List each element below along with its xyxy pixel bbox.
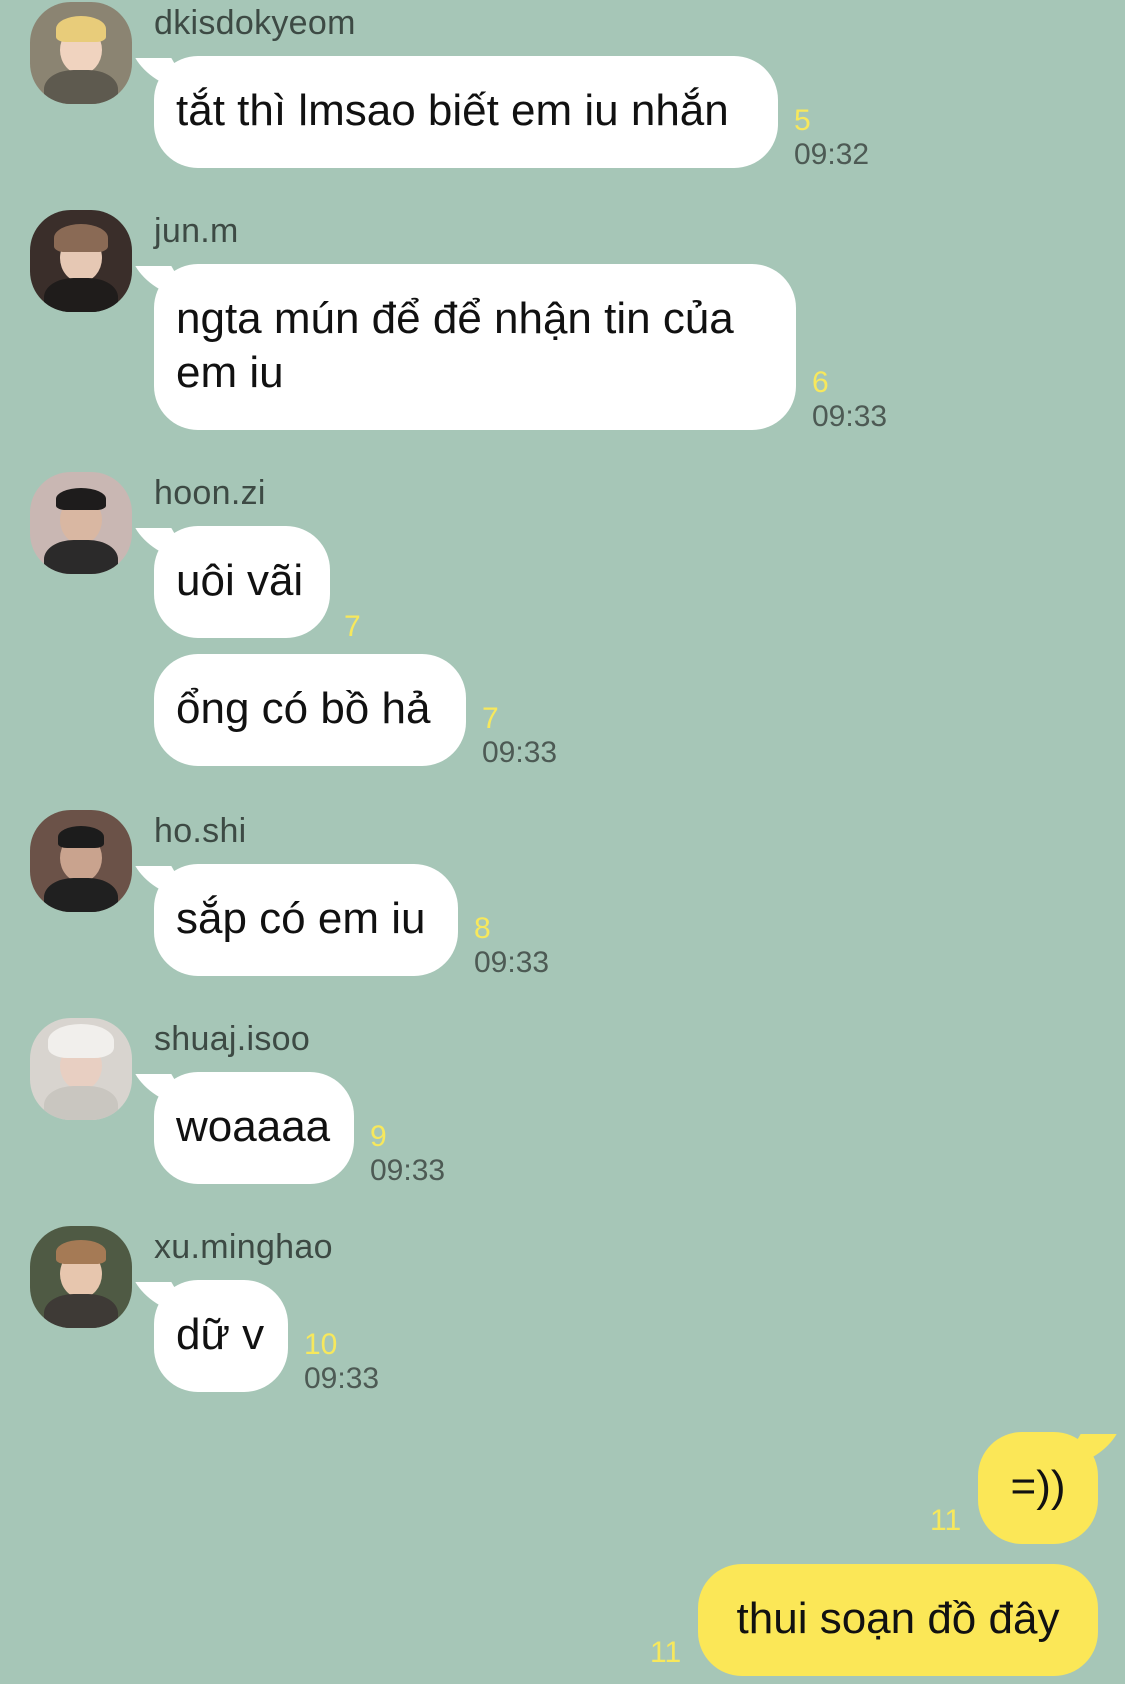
message-meta: 7 [344, 610, 361, 644]
message-bubble[interactable]: sắp có em iu [154, 864, 458, 976]
chat-area[interactable]: dkisdokyeom tắt thì lmsao biết em iu nhắ… [0, 0, 1125, 1684]
sender-name: jun.m [154, 212, 239, 250]
message-text: woaaaa [176, 1102, 331, 1151]
message-text: dữ v [176, 1310, 265, 1359]
message-text: uôi vãi [176, 556, 304, 605]
message-time: 09:33 [474, 946, 550, 979]
avatar-hair [58, 826, 104, 848]
unread-count: 10 [304, 1328, 338, 1361]
message-bubble[interactable]: uôi vãi [154, 526, 330, 638]
avatar[interactable] [30, 2, 132, 104]
unread-count: 9 [370, 1120, 387, 1153]
sender-name: hoon.zi [154, 474, 266, 512]
avatar-hair [54, 224, 108, 252]
avatar-body [44, 1086, 118, 1120]
message-text: thui soạn đồ đây [736, 1594, 1060, 1643]
message-time: 09:33 [482, 736, 558, 769]
avatar-body [44, 278, 118, 312]
message-text: ngta mún để để nhận tin của em iu [176, 294, 734, 397]
message-meta: 8 09:33 [474, 912, 549, 980]
avatar[interactable] [30, 810, 132, 912]
avatar-hood [48, 1024, 114, 1058]
message-meta: 10 09:33 [304, 1328, 379, 1396]
message-time: 09:33 [370, 1154, 446, 1187]
read-count: 11 [930, 1504, 962, 1537]
message-text: =)) [1010, 1462, 1066, 1511]
unread-count: 8 [474, 912, 491, 945]
unread-count: 7 [344, 610, 361, 643]
avatar-body [44, 1294, 118, 1328]
message-time: 09:33 [304, 1362, 380, 1395]
message-bubble[interactable]: ngta mún để để nhận tin của em iu [154, 264, 796, 430]
avatar-hair [56, 16, 106, 42]
avatar-hair [56, 1240, 106, 1264]
message-text: tắt thì lmsao biết em iu nhắn [176, 86, 729, 135]
avatar-body [44, 878, 118, 912]
avatar-hair [56, 488, 106, 510]
message-meta: 7 09:33 [482, 702, 557, 770]
unread-count: 6 [812, 366, 829, 399]
sender-name: ho.shi [154, 812, 247, 850]
message-bubble[interactable]: tắt thì lmsao biết em iu nhắn [154, 56, 778, 168]
my-message-bubble[interactable]: thui soạn đồ đây [698, 1564, 1098, 1676]
my-message-bubble[interactable]: =)) [978, 1432, 1098, 1544]
avatar[interactable] [30, 472, 132, 574]
avatar-body [44, 540, 118, 574]
message-bubble[interactable]: woaaaa [154, 1072, 354, 1184]
unread-count: 5 [794, 104, 811, 137]
unread-count: 7 [482, 702, 499, 735]
sender-name: shuaj.isoo [154, 1020, 311, 1058]
read-count: 11 [650, 1636, 682, 1669]
sender-name: dkisdokyeom [154, 4, 356, 42]
message-time: 09:33 [812, 400, 888, 433]
message-bubble[interactable]: dữ v [154, 1280, 288, 1392]
message-time: 09:32 [794, 138, 870, 171]
message-meta: 5 09:32 [794, 104, 869, 172]
message-meta: 6 09:33 [812, 366, 887, 434]
avatar[interactable] [30, 1226, 132, 1328]
avatar[interactable] [30, 1018, 132, 1120]
message-meta: 9 09:33 [370, 1120, 445, 1188]
avatar[interactable] [30, 210, 132, 312]
message-text: sắp có em iu [176, 894, 426, 943]
message-text: ổng có bồ hả [176, 684, 431, 733]
message-bubble[interactable]: ổng có bồ hả [154, 654, 466, 766]
sender-name: xu.minghao [154, 1228, 333, 1266]
avatar-body [44, 70, 118, 104]
